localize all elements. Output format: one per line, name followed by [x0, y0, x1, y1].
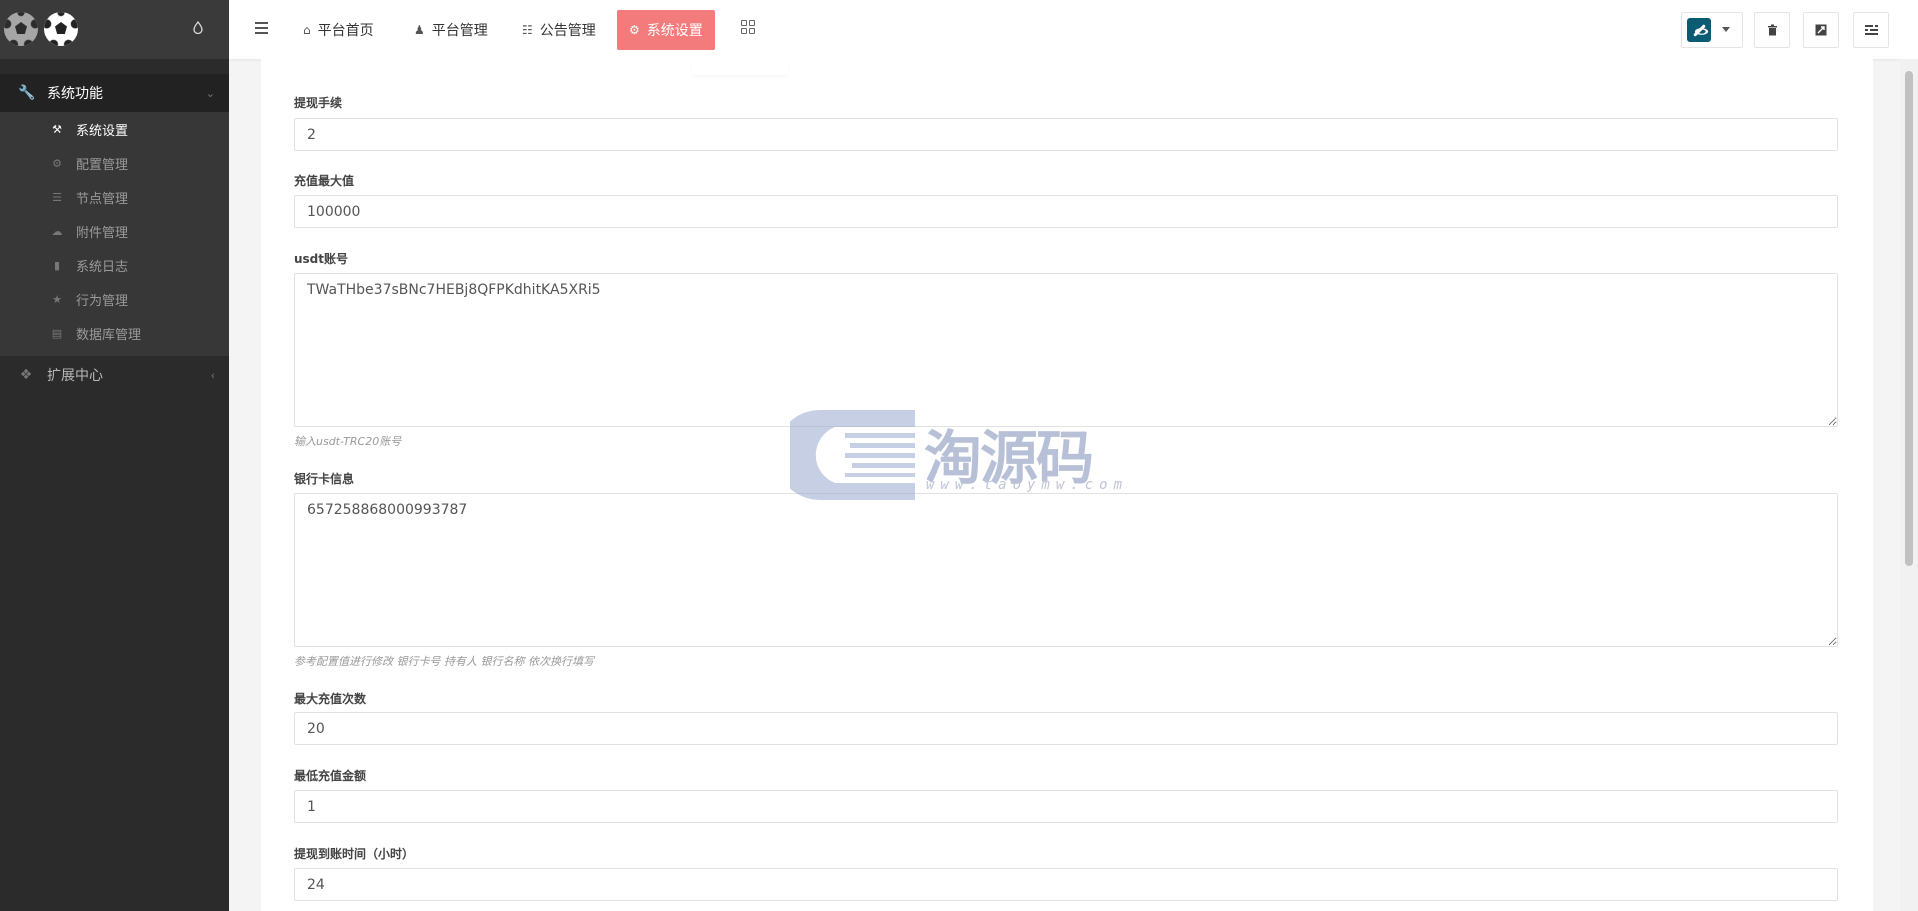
bank-card-textarea[interactable]: 657258868000993787	[294, 493, 1838, 647]
sidebar-group-label: 扩展中心	[47, 368, 103, 384]
list-alt-icon: ☷	[522, 23, 533, 37]
chevron-down-icon: ⌄	[205, 86, 215, 100]
wrench-icon: ⚒	[52, 122, 62, 136]
cogs-icon: ⚙	[52, 156, 62, 170]
field-label-withdraw-fee: 提现手续	[294, 96, 343, 110]
sidebar-item-label: 节点管理	[76, 191, 129, 207]
sidebar-group-extensions[interactable]: ❖ 扩展中心 ‹	[0, 356, 229, 394]
field-label-min-recharge: 最低充值金额	[294, 769, 367, 783]
max-recharge-count-input[interactable]	[294, 712, 1838, 745]
top-bar: ⌂ 平台首页 ♟ 平台管理 ☷ 公告管理 ⚙ 系统设置	[229, 0, 1918, 59]
trash-icon	[1767, 24, 1777, 36]
app-grid-icon[interactable]	[741, 20, 755, 34]
chevron-left-icon: ‹	[210, 368, 215, 382]
user-icon: ♟	[414, 23, 425, 37]
sidebar-item-config[interactable]: ⚙ 配置管理	[0, 146, 229, 180]
sidebar-item-label: 数据库管理	[76, 327, 142, 343]
sidebar-item-system-settings[interactable]: ⚒ 系统设置	[0, 112, 229, 146]
sidebar-item-behavior[interactable]: ★ 行为管理	[0, 282, 229, 316]
settings-panel-button[interactable]	[1853, 12, 1889, 48]
cubes-icon: ❖	[19, 367, 33, 383]
sidebar-item-label: 行为管理	[76, 293, 129, 309]
sidebar-item-label: 配置管理	[76, 157, 129, 173]
gear-icon: ⚙	[629, 23, 640, 37]
menu-toggle-icon[interactable]	[255, 22, 268, 34]
logo-icon	[44, 12, 78, 46]
nav-tab-home[interactable]: ⌂ 平台首页	[291, 10, 386, 50]
nav-tab-label: 平台管理	[431, 23, 488, 39]
fullscreen-button[interactable]	[1803, 12, 1839, 48]
nav-tab-platform-admin[interactable]: ♟ 平台管理	[402, 10, 500, 50]
withdraw-fee-input[interactable]	[294, 118, 1838, 151]
caret-down-icon	[1722, 27, 1730, 32]
nav-tab-label: 公告管理	[539, 23, 596, 39]
withdraw-time-input[interactable]	[294, 868, 1838, 901]
sidebar-submenu: ⚒ 系统设置 ⚙ 配置管理 ☰ 节点管理 ☁ 附件管理 ▮ 系统日志 ★ 行为管…	[0, 112, 229, 356]
max-recharge-input[interactable]	[294, 195, 1838, 228]
sidebar-item-attachments[interactable]: ☁ 附件管理	[0, 214, 229, 248]
sidebar-item-label: 系统日志	[76, 259, 129, 275]
list-icon: ☰	[52, 190, 62, 204]
usdt-account-textarea[interactable]: TWaTHbe37sBNc7HEBj8QFPKdhitKA5XRi5	[294, 273, 1838, 427]
nav-tab-label: 平台首页	[317, 23, 374, 39]
logo-icon	[4, 12, 38, 46]
logo-bar	[0, 0, 229, 59]
page-scrollbar[interactable]	[1900, 59, 1918, 911]
book-icon: ▮	[53, 258, 61, 272]
wrench-icon: 🔧	[18, 85, 36, 101]
sidebar-group-system[interactable]: 🔧 系统功能 ⌄	[0, 74, 229, 112]
usdt-account-help: 输入usdt-TRC20账号	[294, 435, 402, 448]
field-label-max-recharge-count: 最大充值次数	[294, 692, 367, 706]
sidebar-item-logs[interactable]: ▮ 系统日志	[0, 248, 229, 282]
avatar	[1687, 18, 1711, 42]
panel-tab	[692, 59, 788, 75]
field-label-bank-card: 银行卡信息	[294, 472, 355, 486]
sidebar-item-label: 系统设置	[76, 123, 129, 139]
sidebar-item-label: 附件管理	[76, 225, 129, 241]
clear-cache-button[interactable]	[1754, 12, 1790, 48]
sidebar-item-nodes[interactable]: ☰ 节点管理	[0, 180, 229, 214]
field-label-usdt-account: usdt账号	[294, 252, 349, 266]
theme-drop-icon[interactable]	[193, 21, 203, 34]
bank-card-help: 参考配置值进行修改 银行卡号 持有人 银行名称 依次换行填写	[294, 655, 594, 668]
nav-tab-announcements[interactable]: ☷ 公告管理	[510, 10, 608, 50]
user-menu-button[interactable]	[1681, 12, 1743, 48]
home-icon: ⌂	[303, 23, 311, 37]
sidebar-item-database[interactable]: ▤ 数据库管理	[0, 316, 229, 350]
settings-panel	[261, 59, 1873, 911]
star-icon: ★	[52, 292, 62, 306]
field-label-withdraw-time: 提现到账时间（小时）	[294, 847, 415, 861]
sidebar-group-label: 系统功能	[47, 86, 103, 102]
sliders-icon	[1864, 24, 1878, 35]
scrollbar-thumb[interactable]	[1905, 71, 1913, 566]
sidebar: 🔧 系统功能 ⌄ ⚒ 系统设置 ⚙ 配置管理 ☰ 节点管理 ☁ 附件管理 ▮ 系…	[0, 0, 229, 911]
nav-tab-label: 系统设置	[646, 23, 703, 39]
expand-icon	[1815, 24, 1827, 36]
cloud-upload-icon: ☁	[51, 224, 63, 238]
min-recharge-input[interactable]	[294, 790, 1838, 823]
database-icon: ▤	[51, 326, 63, 340]
nav-tab-system-settings[interactable]: ⚙ 系统设置	[617, 10, 715, 50]
field-label-max-recharge: 充值最大值	[294, 174, 355, 188]
